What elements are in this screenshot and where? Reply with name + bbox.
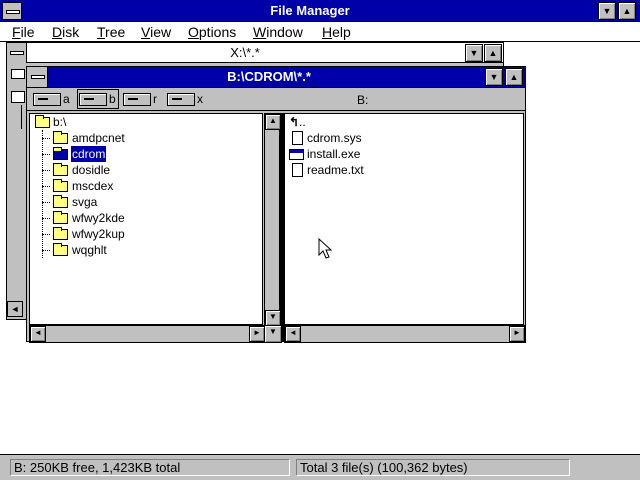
menu-disk[interactable]: Disk [52,24,79,40]
menu-window[interactable]: Window [253,24,303,40]
tree-line [42,130,43,258]
drive-bar: a b r x B: [27,89,525,111]
folder-open-icon [53,147,68,160]
menu-view[interactable]: View [141,24,171,40]
drive-b-window-minimize-button[interactable]: ▼ [485,68,503,86]
tree-line [42,186,50,187]
tree-line [21,105,22,129]
program-icon [289,149,304,160]
drive-b-window-title: B:\CDROM\*.* [227,69,311,84]
document-icon [292,131,303,145]
tree-horizontal-scrollbar[interactable]: ◄ ► [29,325,266,343]
app-title-bar[interactable]: File Manager ▼ ▲ [0,0,640,22]
text-document-icon [292,163,303,177]
drive-b-button[interactable]: b [77,89,119,109]
scroll-left-button[interactable]: ◄ [285,326,301,342]
drive-b-window-title-bar[interactable]: B:\CDROM\*.* ▼ ▲ [27,67,525,88]
drive-b-window-maximize-button[interactable]: ▲ [505,68,523,86]
drive-x-window-title-bar[interactable]: X:\*.* ▼ ▲ [7,43,503,63]
scroll-down-button[interactable]: ▼ [264,325,282,343]
tree-line [42,138,50,139]
floppy-drive-icon [79,93,107,106]
scroll-left-button[interactable]: ◄ [30,326,46,342]
tree-line [42,154,50,155]
menu-tree[interactable]: Tree [97,24,125,40]
tree-line [42,218,50,219]
drive-b-window-system-menu[interactable] [27,67,48,87]
directory-tree-pane[interactable]: b:\ amdpcnet cdrom dosidle mscdex svga w… [29,113,263,325]
mouse-pointer-icon [318,238,333,259]
folder-icon [53,163,68,176]
volume-label: B: [357,93,369,107]
up-arrow-icon: ↰ [289,115,300,129]
app-system-menu-button[interactable] [2,2,22,20]
scroll-right-button[interactable]: ► [509,326,525,342]
folder-open-icon [35,115,50,128]
scroll-up-button[interactable]: ▲ [265,114,281,130]
scroll-left-button[interactable]: ◄ [7,301,23,317]
app-maximize-button[interactable]: ▲ [618,2,636,20]
drive-a-button[interactable]: a [33,91,73,107]
cdrom-drive-icon [123,93,151,106]
folder-icon [53,243,68,256]
file-status: Total 3 file(s) (100,362 bytes) [296,459,570,476]
floppy-drive-icon [33,93,61,106]
folder-icon [53,195,68,208]
drive-x-window-maximize-button[interactable]: ▲ [484,44,502,62]
folder-icon [53,211,68,224]
folder-icon [53,179,68,192]
menu-help[interactable]: Help [322,24,351,40]
drive-x-window-minimize-button[interactable]: ▼ [465,44,483,62]
folder-open-icon[interactable] [11,91,25,103]
network-drive-icon [167,93,195,106]
menu-bar: File Disk Tree View Options Window Help [0,22,640,42]
tree-vertical-scrollbar[interactable]: ▲ ▼ [264,113,281,326]
drive-x-window-title: X:\*.* [230,45,260,60]
scroll-down-button[interactable]: ▼ [265,310,281,326]
scroll-right-button[interactable]: ► [249,326,265,342]
tree-line [42,170,50,171]
status-bar: B: 250KB free, 1,423KB total Total 3 fil… [0,454,640,480]
folder-icon [53,227,68,240]
files-horizontal-scrollbar[interactable]: ◄ ► [284,325,526,343]
tree-line [42,250,50,251]
menu-options[interactable]: Options [188,24,236,40]
file-list-pane[interactable]: ↰ .. cdrom.sys install.exe readme.txt [284,113,524,325]
drive-status: B: 250KB free, 1,423KB total [10,459,290,476]
app-minimize-button[interactable]: ▼ [598,2,616,20]
tree-line [42,234,50,235]
drive-x-button[interactable]: x [167,91,207,107]
menu-file[interactable]: File [12,24,35,40]
drive-r-button[interactable]: r [123,91,161,107]
drive-b-window[interactable]: B:\CDROM\*.* ▼ ▲ a b r x B: b:\ amdpcnet… [26,66,526,343]
drive-x-window-system-menu[interactable] [7,43,27,63]
folder-icon [53,131,68,144]
app-title: File Manager [270,3,350,18]
drive-icon[interactable] [11,69,25,79]
tree-line [42,202,50,203]
